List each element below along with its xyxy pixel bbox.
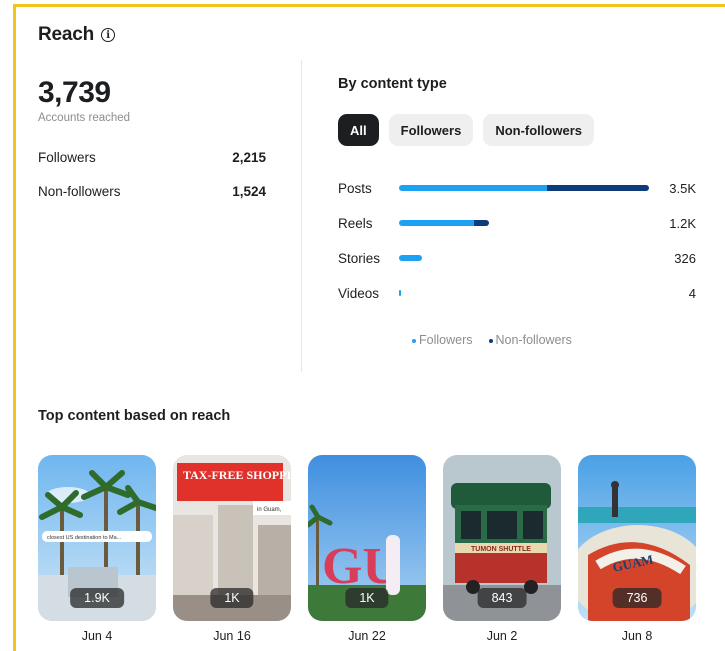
- column-divider: [301, 60, 302, 372]
- content-row-label: Reels: [338, 215, 373, 231]
- accounts-reached-total: 3,739: [38, 76, 111, 109]
- thumbnail-text: TAX-FREE SHOPPING: [183, 468, 291, 482]
- legend-label: Followers: [419, 333, 473, 347]
- top-content-item[interactable]: GUAM 736 Jun 8: [578, 455, 696, 643]
- legend-non-followers: Non-followers: [488, 333, 572, 347]
- content-thumbnail[interactable]: closest US destination to Ma... 1.9K: [38, 455, 156, 621]
- content-type-title: By content type: [338, 76, 447, 92]
- followers-bar-segment: [399, 220, 474, 226]
- page-title: Reach: [38, 24, 95, 45]
- top-content-item[interactable]: TAX-FREE SHOPPING in Guam, 1K Jun 16: [173, 455, 291, 643]
- stat-row-non-followers: Non-followers 1,524: [38, 184, 266, 199]
- content-date: Jun 22: [348, 629, 386, 643]
- legend-followers: Followers: [412, 333, 473, 347]
- stat-value: 2,215: [232, 150, 266, 165]
- content-row-reels: Reels 1.2K: [338, 213, 696, 233]
- reach-count-badge: 736: [612, 588, 662, 608]
- content-row-posts: Posts 3.5K: [338, 178, 696, 198]
- frame-left-border: [13, 4, 16, 651]
- top-content-title: Top content based on reach: [38, 408, 231, 424]
- filter-followers-button[interactable]: Followers: [388, 114, 474, 146]
- stat-row-followers: Followers 2,215: [38, 150, 266, 165]
- stat-label: Non-followers: [38, 184, 121, 199]
- stat-value: 1,524: [232, 184, 266, 199]
- top-content-item[interactable]: closest US destination to Ma... 1.9K Jun…: [38, 455, 156, 643]
- top-content-item[interactable]: GU 1K Jun 22: [308, 455, 426, 643]
- bar-legend: Followers Non-followers: [412, 333, 572, 347]
- content-row-label: Stories: [338, 250, 381, 266]
- content-row-label: Posts: [338, 180, 372, 196]
- accounts-reached-label: Accounts reached: [38, 112, 131, 124]
- stat-label: Followers: [38, 150, 96, 165]
- frame-top-border: [13, 4, 725, 7]
- reach-count-badge: 1K: [345, 588, 389, 608]
- content-row-value: 4: [688, 285, 696, 301]
- content-thumbnail[interactable]: TAX-FREE SHOPPING in Guam, 1K: [173, 455, 291, 621]
- top-content-item[interactable]: TUMON SHUTTLE 843 Jun 2: [443, 455, 561, 643]
- reach-count-badge: 1.9K: [70, 588, 124, 608]
- thumbnail-subtext: in Guam,: [257, 507, 282, 513]
- content-bar: [399, 255, 649, 261]
- content-date: Jun 16: [213, 629, 251, 643]
- thumbnail-text: TUMON SHUTTLE: [471, 546, 531, 553]
- content-row-stories: Stories 326: [338, 248, 696, 268]
- content-row-value: 3.5K: [669, 180, 696, 196]
- content-bar: [399, 220, 649, 226]
- reach-count-badge: 843: [477, 588, 527, 608]
- content-thumbnail[interactable]: TUMON SHUTTLE 843: [443, 455, 561, 621]
- non-followers-bar-segment: [546, 185, 649, 191]
- info-icon[interactable]: i: [101, 28, 116, 42]
- content-row-label: Videos: [338, 285, 380, 301]
- content-bar: [399, 185, 649, 191]
- reach-header: Reach i: [38, 24, 116, 46]
- content-bar: [399, 290, 649, 296]
- filter-non-followers-button[interactable]: Non-followers: [483, 114, 594, 146]
- reach-count-badge: 1K: [210, 588, 254, 608]
- content-date: Jun 8: [621, 629, 653, 643]
- content-thumbnail[interactable]: GUAM 736: [578, 455, 696, 621]
- followers-bar-segment: [399, 255, 422, 261]
- content-date: Jun 4: [81, 629, 113, 643]
- legend-label: Non-followers: [495, 333, 572, 347]
- content-thumbnail[interactable]: GU 1K: [308, 455, 426, 621]
- thumbnail-text: closest US destination to Ma...: [47, 535, 122, 541]
- filter-all-button[interactable]: All: [338, 114, 379, 146]
- content-row-value: 1.2K: [669, 215, 696, 231]
- followers-bar-segment: [399, 185, 547, 191]
- top-content-list: closest US destination to Ma... 1.9K Jun…: [38, 455, 696, 643]
- filter-tabs: All Followers Non-followers: [338, 114, 594, 146]
- legend-dot-icon: [412, 338, 416, 343]
- content-row-value: 326: [674, 250, 696, 266]
- legend-dot-icon: [488, 338, 493, 343]
- content-date: Jun 2: [486, 629, 518, 643]
- non-followers-bar-segment: [474, 220, 489, 226]
- content-row-videos: Videos 4: [338, 283, 696, 303]
- followers-bar-segment: [399, 290, 401, 296]
